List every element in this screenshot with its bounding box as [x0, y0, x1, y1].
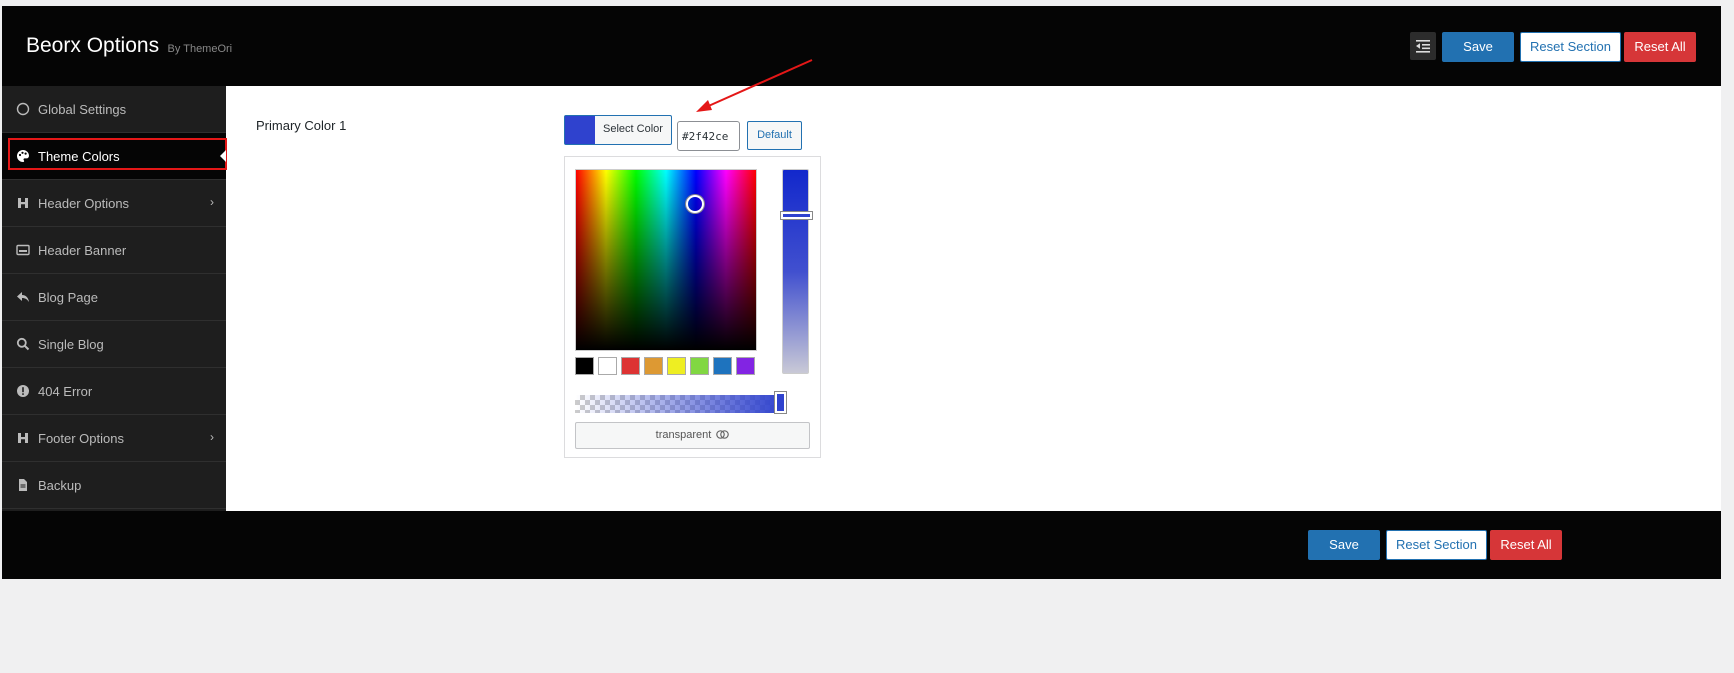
sidebar-item-label: 404 Error — [38, 384, 93, 399]
sidebar-item-label: Theme Colors — [38, 149, 120, 164]
color-picker: transparent — [564, 156, 821, 458]
toggle-icon — [716, 430, 730, 439]
reset-all-button[interactable]: Reset All — [1624, 32, 1696, 62]
palette-icon — [16, 149, 30, 163]
sidebar-item-header-banner[interactable]: Header Banner — [2, 227, 226, 274]
palette-swatch[interactable] — [713, 357, 732, 375]
banner-icon — [16, 243, 30, 257]
app-title: Beorx Options — [26, 34, 160, 57]
sidebar-item-theme-colors[interactable]: Theme Colors — [2, 133, 227, 180]
sidebar-item-footer-options[interactable]: Footer Options › — [2, 415, 226, 462]
bottom-bar: Save Reset Section Reset All — [2, 511, 1721, 579]
top-bar: Beorx Options By ThemeOri Save Reset Sec… — [2, 6, 1721, 86]
heading-icon — [16, 431, 30, 445]
alpha-slider[interactable] — [575, 392, 786, 413]
reply-icon — [16, 290, 30, 304]
heading-icon — [16, 196, 30, 210]
sidebar-item-404-error[interactable]: 404 Error — [2, 368, 226, 415]
transparent-button[interactable]: transparent — [575, 422, 810, 449]
sidebar-item-global-settings[interactable]: Global Settings — [2, 86, 226, 133]
file-icon — [16, 478, 30, 492]
reset-section-button[interactable]: Reset Section — [1520, 32, 1621, 62]
sidebar-item-label: Header Options — [38, 196, 130, 211]
app-byline: By ThemeOri — [167, 43, 233, 55]
palette-swatch[interactable] — [690, 357, 709, 375]
palette-swatch[interactable] — [598, 357, 617, 375]
footer-reset-section-button[interactable]: Reset Section — [1386, 530, 1487, 560]
chevron-right-icon: › — [210, 195, 214, 209]
palette-swatch[interactable] — [736, 357, 755, 375]
field-label: Primary Color 1 — [256, 118, 347, 133]
saturation-handle[interactable] — [686, 195, 704, 213]
hex-color-input[interactable] — [677, 121, 740, 151]
palette-swatch[interactable] — [644, 357, 663, 375]
default-button[interactable]: Default — [747, 121, 802, 150]
sidebar-item-backup[interactable]: Backup — [2, 462, 226, 509]
save-button[interactable]: Save — [1442, 32, 1514, 62]
hue-slider-handle[interactable] — [781, 212, 812, 219]
select-color-button[interactable]: Select Color — [564, 115, 672, 145]
footer-save-button[interactable]: Save — [1308, 530, 1380, 560]
expand-icon — [1416, 40, 1430, 53]
options-panel: Beorx Options By ThemeOri Save Reset Sec… — [2, 6, 1721, 579]
hue-slider[interactable] — [781, 169, 812, 374]
select-color-label: Select Color — [603, 123, 663, 135]
active-caret-icon — [220, 150, 226, 162]
palette-swatch[interactable] — [621, 357, 640, 375]
search-icon — [16, 337, 30, 351]
palette-swatch[interactable] — [575, 357, 594, 375]
sidebar-item-label: Header Banner — [38, 243, 127, 258]
circle-icon — [16, 102, 30, 116]
annotation-arrow — [696, 59, 813, 112]
sidebar-item-single-blog[interactable]: Single Blog — [2, 321, 226, 368]
sidebar-item-header-options[interactable]: Header Options › — [2, 180, 226, 227]
sidebar-item-label: Blog Page — [38, 290, 98, 305]
sidebar-nav: Global Settings Theme Colors Header Option… — [2, 86, 227, 511]
saturation-area[interactable] — [575, 169, 757, 351]
alpha-slider-handle[interactable] — [775, 392, 786, 413]
sidebar-item-label: Global Settings — [38, 102, 127, 117]
chevron-right-icon: › — [210, 430, 214, 444]
footer-reset-all-button[interactable]: Reset All — [1490, 530, 1562, 560]
expand-toggle-button[interactable] — [1410, 32, 1436, 60]
sidebar-item-label: Backup — [38, 478, 82, 493]
sidebar-item-label: Footer Options — [38, 431, 124, 446]
palette-swatch[interactable] — [667, 357, 686, 375]
brand: Beorx Options By ThemeOri — [26, 34, 232, 58]
current-color-swatch — [565, 116, 595, 144]
transparent-label: transparent — [655, 429, 712, 441]
exclamation-circle-icon — [16, 384, 30, 398]
sidebar-item-blog-page[interactable]: Blog Page — [2, 274, 226, 321]
sidebar-item-label: Single Blog — [38, 337, 104, 352]
